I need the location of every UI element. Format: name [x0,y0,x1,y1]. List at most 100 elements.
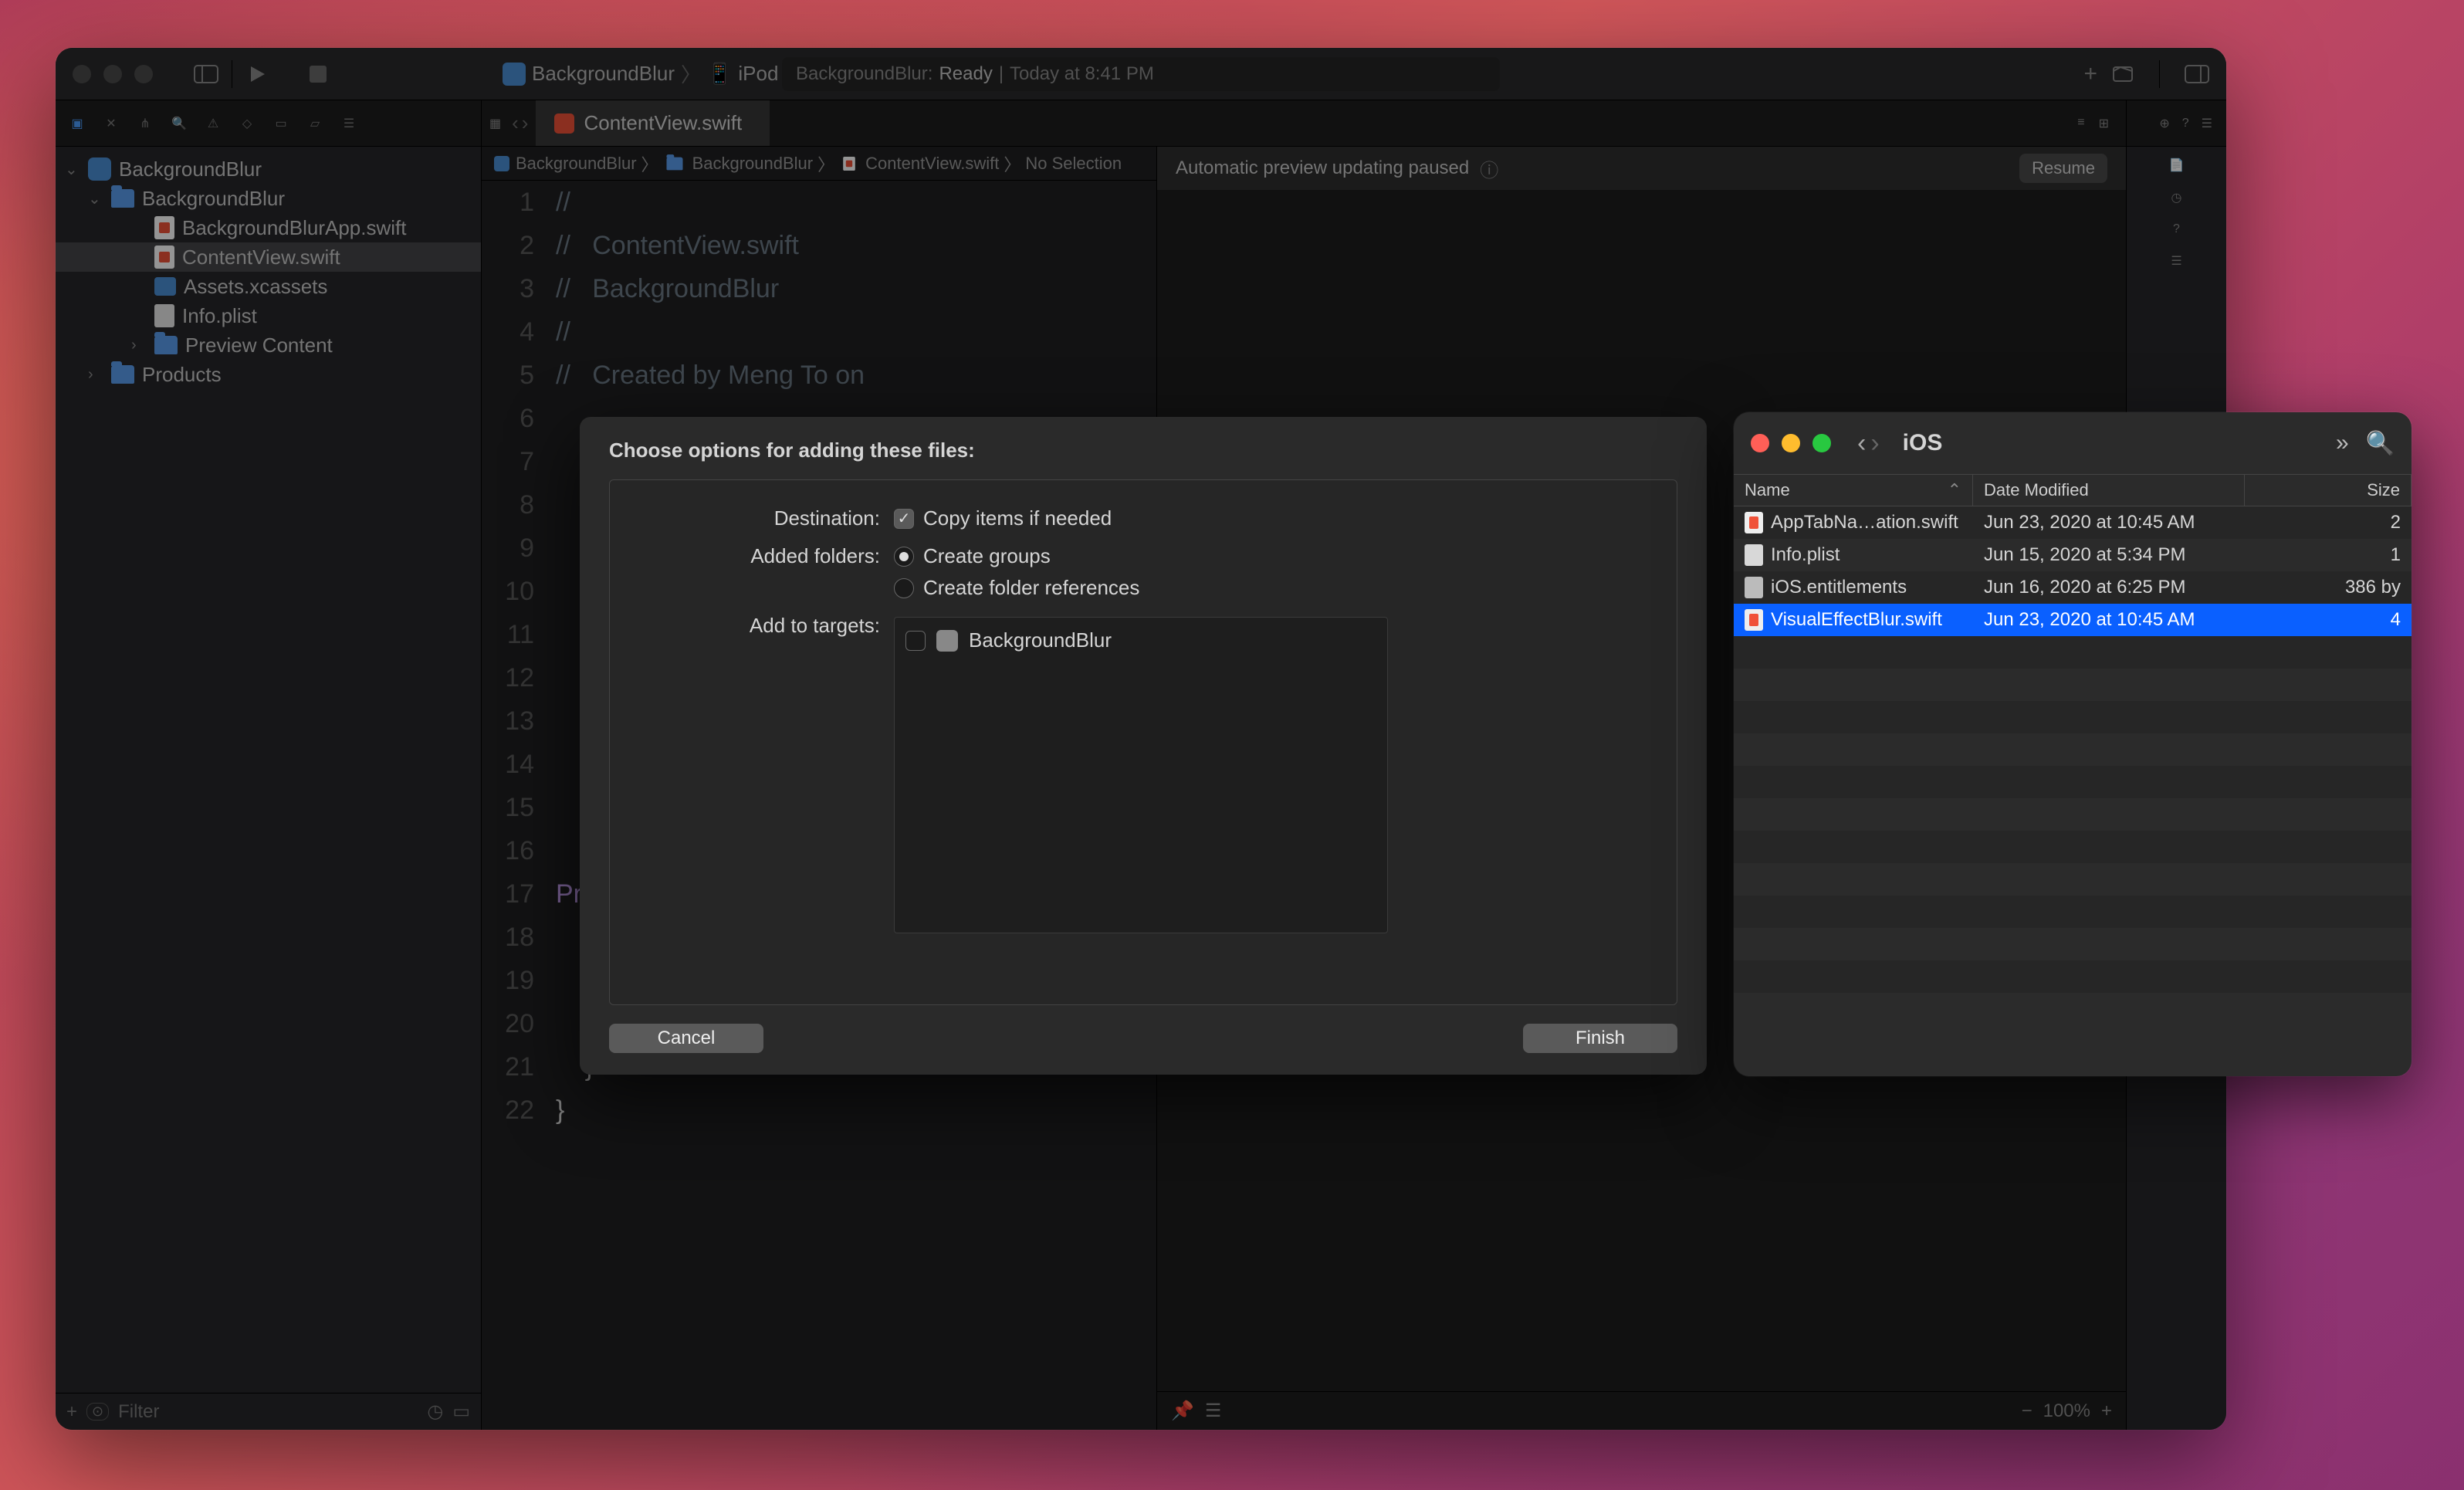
breakpoint-nav-icon[interactable]: ▱ [301,110,329,137]
filter-field[interactable]: Filter [118,1401,418,1423]
project-tree[interactable]: ⌄BackgroundBlur ⌄BackgroundBlur Backgrou… [56,147,481,1393]
finder-row[interactable] [1734,733,2412,766]
inspector-toggle-icon[interactable] [2185,65,2209,83]
zoom-in-icon[interactable]: + [2101,1400,2112,1422]
finder-row[interactable] [1734,636,2412,669]
cancel-button[interactable]: Cancel [609,1024,763,1053]
filter-scope-icon[interactable]: ⊙ [86,1403,109,1421]
finder-row[interactable]: AppTabNa…ation.swiftJun 23, 2020 at 10:4… [1734,506,2412,539]
close-dot[interactable] [1751,434,1769,452]
target-checkbox[interactable] [905,631,926,651]
plus-icon[interactable]: + [2083,61,2097,87]
finder-row[interactable]: VisualEffectBlur.swiftJun 23, 2020 at 10… [1734,604,2412,636]
project-nav-icon[interactable]: ▣ [63,110,91,137]
finder-row[interactable] [1734,766,2412,798]
history-inspector-icon[interactable]: ◷ [2171,190,2182,205]
crumb[interactable]: BackgroundBlur [516,154,637,174]
test-nav-icon[interactable]: ◇ [233,110,261,137]
crumb[interactable]: ContentView.swift [865,154,999,174]
zoom-dot[interactable] [1812,434,1831,452]
resume-button[interactable]: Resume [2019,154,2107,183]
finder-row[interactable] [1734,993,2412,1025]
finder-row[interactable]: iOS.entitlementsJun 16, 2020 at 6:25 PM3… [1734,571,2412,604]
stop-button[interactable] [303,63,333,86]
zoom-dot[interactable] [134,65,153,83]
finder-row[interactable] [1734,701,2412,733]
tree-file-selected[interactable]: ContentView.swift [56,242,481,272]
help-inspector-icon[interactable]: ? [2173,222,2180,236]
report-nav-icon[interactable]: ☰ [335,110,363,137]
debug-nav-icon[interactable]: ▭ [267,110,295,137]
tree-folder[interactable]: ›Preview Content [56,330,481,360]
library-icon[interactable] [2111,65,2134,83]
finder-list[interactable]: AppTabNa…ation.swiftJun 23, 2020 at 10:4… [1734,506,2412,1076]
crumb[interactable]: No Selection [1025,154,1122,174]
tree-label: BackgroundBlur [142,187,285,211]
crumb[interactable]: BackgroundBlur [692,154,814,174]
copy-items-checkbox[interactable]: ✓Copy items if needed [894,506,1112,530]
attributes-icon[interactable]: ☰ [2202,116,2212,131]
help-icon[interactable]: ? [2182,117,2189,130]
find-nav-icon[interactable]: 🔍 [165,110,193,137]
editor-options-icon[interactable]: ≡ [2077,116,2084,131]
attributes-inspector-icon[interactable]: ☰ [2171,253,2181,269]
pin-icon[interactable]: 📌 [1171,1400,1194,1422]
finder-row[interactable] [1734,928,2412,960]
line-gutter: 12345678910111213141516171819202122 [482,181,548,1430]
target-row[interactable]: BackgroundBlur [905,628,1376,652]
finder-row[interactable] [1734,798,2412,831]
finder-row[interactable] [1734,863,2412,896]
status-state: Ready [939,63,992,85]
source-control-nav-icon[interactable]: ✕ [97,110,125,137]
create-refs-radio[interactable]: Create folder references [894,576,1139,600]
forward-icon[interactable]: › [522,111,529,135]
preview-settings-icon[interactable]: ☰ [1205,1400,1222,1422]
finder-row[interactable] [1734,669,2412,701]
back-icon[interactable]: ‹ [512,111,519,135]
add-file-icon[interactable]: ⊕ [2159,116,2169,131]
back-icon[interactable]: ‹ [1857,428,1866,459]
tree-products[interactable]: ›Products [56,360,481,389]
symbol-nav-icon[interactable]: ⋔ [131,110,159,137]
finder-row[interactable]: Info.plistJun 15, 2020 at 5:34 PM1 [1734,539,2412,571]
file-tab[interactable]: ContentView.swift [536,100,770,146]
tree-root[interactable]: ⌄BackgroundBlur [56,154,481,184]
scm-icon[interactable]: ▭ [452,1400,470,1423]
finder-row[interactable] [1734,896,2412,928]
issue-nav-icon[interactable]: ⚠ [199,110,227,137]
tree-file[interactable]: BackgroundBlurApp.swift [56,213,481,242]
recent-icon[interactable]: ◷ [427,1400,443,1423]
finish-button[interactable]: Finish [1523,1024,1677,1053]
sidebar-toggle-icon[interactable] [191,63,221,86]
radio-label: Create groups [923,544,1051,568]
file-inspector-icon[interactable]: 📄 [2169,157,2185,173]
target-name: BackgroundBlur [969,628,1112,652]
date-column[interactable]: Date Modified [1973,475,2245,506]
minimize-dot[interactable] [103,65,122,83]
jump-bar[interactable]: BackgroundBlur〉 BackgroundBlur〉 ContentV… [482,147,1156,181]
forward-icon[interactable]: › [1870,428,1879,459]
search-icon[interactable]: 🔍 [2366,430,2395,457]
swift-icon [554,113,574,134]
add-icon[interactable]: + [66,1401,77,1423]
preview-footer: 📌 ☰ − 100% + [1157,1391,2126,1430]
targets-list[interactable]: BackgroundBlur [894,617,1388,933]
zoom-out-icon[interactable]: − [2022,1400,2032,1422]
finder-row[interactable] [1734,960,2412,993]
tree-file[interactable]: Info.plist [56,301,481,330]
run-button[interactable] [243,63,272,86]
related-items-icon[interactable]: ▦ [489,116,501,131]
name-column[interactable]: Name⌃ [1734,475,1973,506]
adjust-editor-icon[interactable]: ⊞ [2099,116,2109,131]
activity-status: BackgroundBlur: Ready | Today at 8:41 PM [782,57,1500,91]
tree-file[interactable]: Assets.xcassets [56,272,481,301]
size-column[interactable]: Size [2245,475,2412,506]
info-icon[interactable]: ⓘ [1480,155,1498,182]
tree-group[interactable]: ⌄BackgroundBlur [56,184,481,213]
create-groups-radio[interactable]: Create groups [894,544,1139,568]
more-icon[interactable]: » [2336,430,2349,457]
close-dot[interactable] [73,65,91,83]
minimize-dot[interactable] [1782,434,1800,452]
file-date: Jun 16, 2020 at 6:25 PM [1973,577,2245,598]
finder-row[interactable] [1734,831,2412,863]
